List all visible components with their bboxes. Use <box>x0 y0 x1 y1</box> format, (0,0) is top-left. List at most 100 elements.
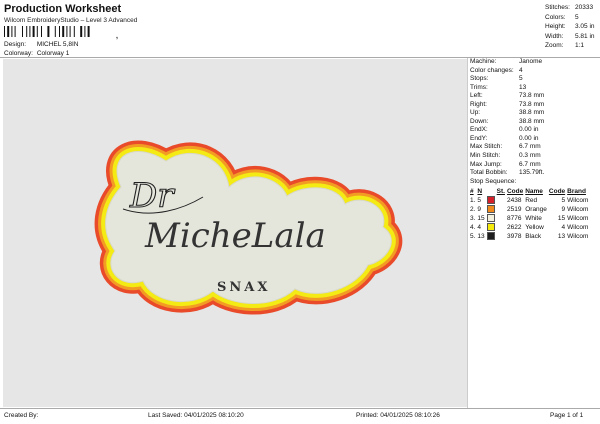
footer-printed: Printed: 04/01/2025 08:10:26 <box>356 412 440 419</box>
col-header-needle: N <box>477 188 483 196</box>
info-label: Min Stitch: <box>470 152 501 160</box>
barcode-bar <box>62 26 65 37</box>
header-stats: Stitches: 20333 Colors: 5 Height: 3.05 in W… <box>545 3 595 51</box>
row-needle: 15 <box>477 215 485 223</box>
info-label: Down: <box>470 117 489 125</box>
barcode-bar <box>26 26 28 37</box>
row-number: 4. <box>470 224 476 232</box>
software-subtitle: Wilcom EmbroideryStudio – Level 3 Advanc… <box>4 17 138 24</box>
row-brand: Wilcom <box>567 197 589 205</box>
stat-row: Height: 3.05 in <box>545 22 595 32</box>
info-value: 6.7 mm <box>519 143 541 151</box>
info-value: 38.8 mm <box>519 109 545 117</box>
col-header-swatch <box>487 187 497 196</box>
info-row: Total Bobbin: 135.79ft. <box>470 169 598 178</box>
stop-sequence-table: # N St. Code Name Code Brand 1. 5 2438 Red 5… <box>470 187 590 241</box>
barcode-bar <box>87 26 90 37</box>
row-swatch <box>486 196 497 205</box>
colorway-label: Colorway: <box>4 50 33 57</box>
barcode-bar <box>14 26 16 37</box>
stat-row: Colors: 5 <box>545 13 595 23</box>
info-value: 73.8 mm <box>519 92 545 100</box>
info-label: Right: <box>470 100 487 108</box>
row-brand: Wilcom <box>567 215 589 223</box>
row-number: 2. <box>470 206 476 214</box>
row-code: 2622 <box>506 224 522 232</box>
footer-created-by: Created By: <box>4 412 39 419</box>
info-value: 38.8 mm <box>519 117 545 125</box>
barcode-bar <box>22 26 23 37</box>
info-label: EndY: <box>470 134 488 142</box>
info-value: 4 <box>519 66 523 74</box>
stat-value: 5.81 in <box>575 32 595 40</box>
row-brand: Wilcom <box>567 206 589 214</box>
row-code: 3978 <box>506 233 522 241</box>
col-header-num: # <box>470 188 474 196</box>
barcode-bar <box>73 26 75 37</box>
info-label: Max Jump: <box>470 160 502 168</box>
info-row: Max Stitch: 6.7 mm <box>470 143 598 152</box>
barcode-bar <box>32 26 35 37</box>
col-header-name: Name <box>525 188 543 196</box>
info-row: Machine: Janome <box>470 58 598 67</box>
info-row: Left: 73.8 mm <box>470 92 598 101</box>
col-header-st: St. <box>496 188 505 196</box>
worksheet-title: Production Worksheet <box>4 3 122 15</box>
table-row: 5. 13 3978 Black 13 Wilcom <box>470 232 590 241</box>
design-value: MICHEL 5,8IN <box>36 41 79 48</box>
col-header-brand: Brand <box>567 188 586 196</box>
info-label: Machine: <box>470 58 497 65</box>
stat-value: 5 <box>575 13 579 21</box>
info-row: Down: 38.8 mm <box>470 118 598 127</box>
barcode-bar <box>66 26 68 37</box>
row-number: 1. <box>470 197 476 205</box>
info-row: EndX: 0.00 in <box>470 126 598 135</box>
stat-label: Zoom: <box>545 42 564 49</box>
info-row: Stops: 5 <box>470 75 598 84</box>
row-st <box>497 214 507 223</box>
stat-label: Height: <box>545 23 566 30</box>
design-text-snax: SNAX <box>217 280 270 295</box>
colorway-value: Colorway 1 <box>36 50 70 57</box>
row-number: 3. <box>470 215 476 223</box>
info-value: 0.3 mm <box>519 152 541 160</box>
colorway-row: Colorway: Colorway 1 <box>4 50 69 57</box>
row-swatch <box>486 232 497 241</box>
info-label: Stops: <box>470 75 489 83</box>
stat-row: Width: 5.81 in <box>545 32 595 42</box>
info-row: Max Jump: 6.7 mm <box>470 161 598 170</box>
barcode-bar <box>4 26 5 37</box>
row-code: 2519 <box>506 206 522 214</box>
row-number: 5. <box>470 233 476 241</box>
info-value: Janome <box>519 58 543 65</box>
barcode-bar <box>69 26 71 37</box>
row-name: Orange <box>525 206 547 214</box>
barcode-bar <box>36 26 38 37</box>
row-code2: 15 <box>557 215 566 223</box>
barcode-bar <box>80 26 83 37</box>
color-swatch <box>486 196 495 205</box>
row-name: White <box>525 215 542 223</box>
barcode-mark: , <box>116 33 118 40</box>
stat-row: Stitches: 20333 <box>545 3 595 13</box>
info-label: Trims: <box>470 83 488 91</box>
stat-row: Zoom: 1:1 <box>545 41 595 51</box>
row-brand: Wilcom <box>567 224 589 232</box>
footer-last-saved: Last Saved: 04/01/2025 08:10:20 <box>148 412 244 419</box>
info-label: EndX: <box>470 126 488 134</box>
stat-value: 1:1 <box>575 42 585 49</box>
row-code: 2438 <box>506 197 522 205</box>
design-label: Design: <box>4 41 27 48</box>
row-code: 8776 <box>506 215 522 223</box>
info-label: Left: <box>470 92 483 100</box>
design-text-name: MicheLala <box>144 216 326 256</box>
info-row: Trims: 13 <box>470 84 598 93</box>
info-row: Color changes: 4 <box>470 67 598 76</box>
stat-label: Colors: <box>545 13 566 21</box>
panel-divider <box>467 58 468 408</box>
barcode-bar <box>59 26 60 37</box>
barcode-bar <box>7 26 10 37</box>
table-header-row: # N St. Code Name Code Brand <box>470 187 590 196</box>
row-needle: 5 <box>477 197 482 205</box>
barcode-bar <box>11 26 13 37</box>
